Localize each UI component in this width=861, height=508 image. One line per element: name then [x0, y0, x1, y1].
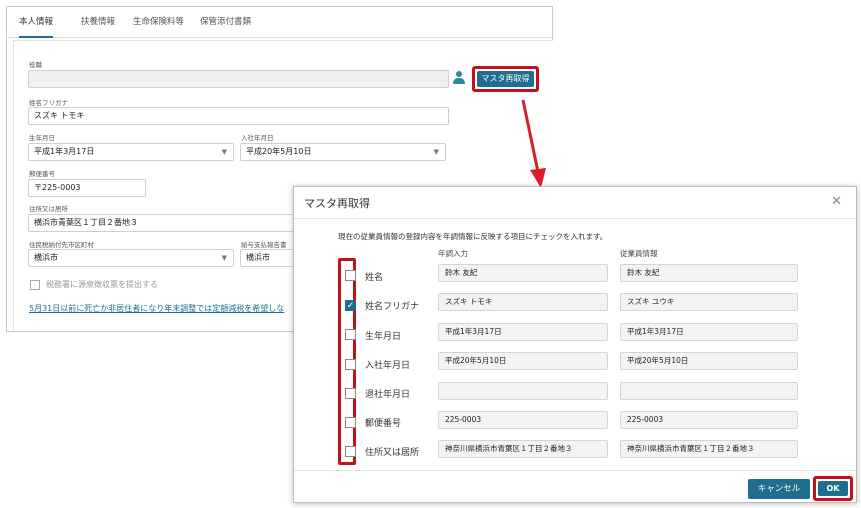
ok-button[interactable]: OK [818, 481, 848, 496]
dialog-title: マスタ再取得 [304, 197, 370, 210]
row-checkbox-retire[interactable] [345, 388, 356, 399]
row-label-address: 住所又は居所 [365, 448, 420, 458]
employee-join: 平成20年5月10日 [620, 352, 798, 370]
row-label-join: 入社年月日 [365, 361, 411, 371]
row-label-name: 姓名 [365, 273, 384, 283]
year-end-address: 神奈川県横浜市青葉区１丁目２番地３ [438, 440, 608, 458]
row-checkbox-postal[interactable] [345, 417, 356, 428]
employee-postal: 225-0003 [620, 411, 798, 429]
employee-birth: 平成1年3月17日 [620, 323, 798, 341]
dialog-header-divider [294, 218, 856, 219]
dialog-footer-divider [294, 470, 856, 471]
row-label-postal: 郵便番号 [365, 419, 402, 429]
row-checkbox-birth[interactable] [345, 329, 356, 340]
ok-button-highlight: OK [813, 476, 853, 501]
col-header-employee: 従業員情報 [620, 249, 658, 258]
year-end-birth: 平成1年3月17日 [438, 323, 608, 341]
year-end-kana: スズキ トモキ [438, 293, 608, 311]
year-end-name: 鈴木 友紀 [438, 264, 608, 282]
employee-kana: スズキ ユウキ [620, 293, 798, 311]
row-label-birth: 生年月日 [365, 332, 402, 342]
year-end-join: 平成20年5月10日 [438, 352, 608, 370]
row-checkbox-name[interactable] [345, 270, 356, 281]
row-checkbox-join[interactable] [345, 359, 356, 370]
row-checkbox-kana[interactable]: ✓ [345, 300, 356, 311]
year-end-postal: 225-0003 [438, 411, 608, 429]
row-label-retire: 退社年月日 [365, 390, 411, 400]
master-refetch-dialog: マスタ再取得 ✕ 現在の従業員情報の登録内容を年調情報に反映する項目にチェックを… [293, 186, 857, 503]
row-checkbox-address[interactable] [345, 446, 356, 457]
cancel-button[interactable]: キャンセル [748, 479, 810, 499]
year-end-retire [438, 382, 608, 400]
close-icon[interactable]: ✕ [831, 194, 842, 209]
row-label-kana: 姓名フリガナ [365, 302, 420, 312]
col-header-year-end: 年調入力 [438, 249, 468, 258]
employee-name: 鈴木 友紀 [620, 264, 798, 282]
employee-retire [620, 382, 798, 400]
employee-address: 神奈川県横浜市青葉区１丁目２番地３ [620, 440, 798, 458]
dialog-instruction: 現在の従業員情報の登録内容を年調情報に反映する項目にチェックを入れます。 [338, 232, 608, 241]
